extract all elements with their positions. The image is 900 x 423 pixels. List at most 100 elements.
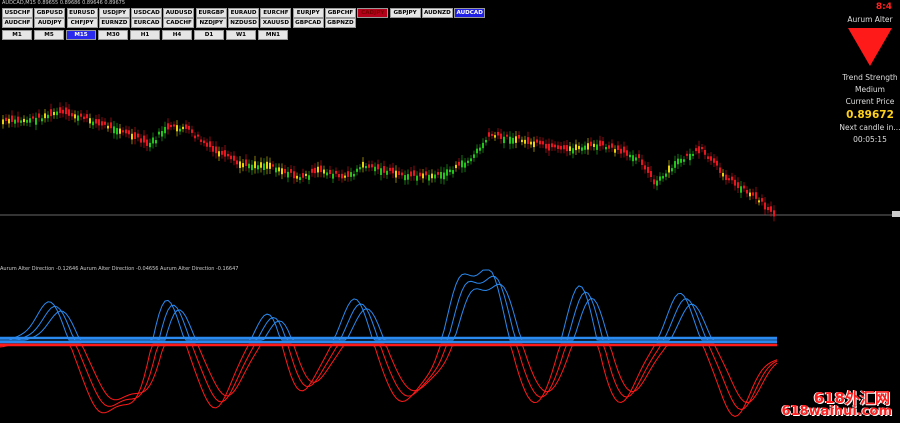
candle-body: [224, 150, 226, 157]
candle-body: [638, 154, 640, 159]
candle-body: [716, 160, 718, 166]
candle-body: [572, 148, 574, 154]
candle-body: [557, 145, 559, 149]
candle-body: [146, 139, 148, 146]
candle-body: [461, 160, 463, 168]
candle-body: [173, 124, 175, 127]
candle-body: [656, 180, 658, 186]
candle-body: [365, 166, 367, 169]
candle-body: [137, 133, 139, 138]
candle-body: [455, 164, 457, 169]
candle-body: [596, 144, 598, 150]
candle-body: [734, 179, 736, 186]
candle-body: [767, 207, 769, 211]
candle-body: [62, 109, 64, 114]
watermark-line2: 618waihui.com: [781, 404, 892, 419]
candle-body: [617, 145, 619, 150]
candle-body: [500, 133, 502, 139]
candle-body: [14, 119, 16, 124]
candle-body: [257, 165, 259, 170]
candle-body: [149, 142, 151, 148]
candle-body: [110, 122, 112, 129]
candle-body: [488, 132, 490, 137]
candle-body: [248, 163, 250, 169]
candles-group: [2, 102, 775, 222]
candle-body: [434, 174, 436, 179]
candle-body: [713, 158, 715, 163]
candle-body: [341, 173, 343, 179]
candle-body: [119, 128, 121, 134]
candle-body: [416, 175, 418, 181]
candle-body: [641, 159, 643, 165]
candle-body: [239, 161, 241, 168]
candle-body: [521, 139, 523, 143]
candle-body: [260, 162, 262, 168]
candle-body: [65, 107, 67, 115]
candle-body: [92, 121, 94, 126]
candle-body: [155, 140, 157, 144]
candle-body: [554, 144, 556, 148]
candle-body: [515, 136, 517, 143]
candle-body: [308, 175, 310, 180]
candle-body: [563, 145, 565, 150]
candle-body: [629, 154, 631, 158]
candle-body: [578, 145, 580, 150]
candle-body: [362, 161, 364, 168]
candle-body: [227, 153, 229, 157]
candle-body: [386, 170, 388, 175]
candle-body: [608, 145, 610, 149]
candle-body: [758, 200, 760, 203]
candle-body: [476, 148, 478, 154]
candle-body: [374, 166, 376, 172]
indicator-window[interactable]: [0, 268, 900, 423]
candle-body: [254, 161, 256, 169]
candle-body: [743, 185, 745, 189]
candle-body: [290, 169, 292, 173]
candle-body: [191, 129, 193, 133]
candle-body: [266, 161, 268, 169]
candle-body: [527, 137, 529, 144]
candle-body: [89, 118, 91, 124]
candle-body: [353, 173, 355, 177]
candle-body: [506, 134, 508, 137]
candle-body: [650, 171, 652, 178]
candle-body: [473, 154, 475, 158]
candle-body: [200, 139, 202, 142]
candle-body: [452, 170, 454, 174]
candle-body: [494, 135, 496, 138]
candle-body: [188, 125, 190, 130]
candle-body: [626, 150, 628, 156]
candle-body: [449, 169, 451, 173]
candle-body: [377, 164, 379, 170]
candle-body: [212, 145, 214, 152]
candle-body: [134, 132, 136, 139]
price-chart[interactable]: [0, 0, 900, 262]
candle-body: [194, 135, 196, 139]
candle-body: [740, 186, 742, 193]
candle-body: [731, 176, 733, 181]
candle-body: [263, 163, 265, 171]
candle-body: [314, 167, 316, 174]
candle-body: [170, 124, 172, 128]
candle-body: [404, 175, 406, 181]
candle-body: [719, 167, 721, 173]
candle-body: [332, 173, 334, 179]
candle-body: [632, 155, 634, 162]
candle-body: [197, 134, 199, 137]
candle-body: [482, 142, 484, 149]
candle-body: [68, 109, 70, 116]
candle-body: [728, 178, 730, 181]
candle-body: [395, 170, 397, 178]
candle-body: [302, 173, 304, 178]
candle-body: [581, 147, 583, 151]
candle-body: [695, 148, 697, 152]
candle-body: [164, 126, 166, 134]
candle-body: [215, 146, 217, 154]
candle-body: [704, 149, 706, 155]
candle-body: [17, 116, 19, 123]
candle-body: [326, 172, 328, 176]
candle-body: [80, 113, 82, 117]
candle-body: [683, 159, 685, 162]
candle-body: [230, 155, 232, 160]
candle-body: [569, 146, 571, 151]
